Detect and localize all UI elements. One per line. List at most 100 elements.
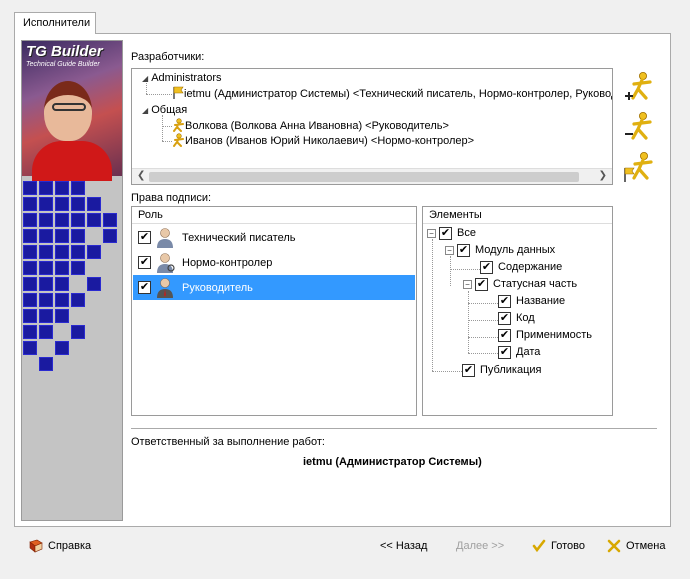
role-checkbox[interactable]: ✔ xyxy=(138,256,151,269)
collapse-icon[interactable]: − xyxy=(445,245,454,255)
banner-square xyxy=(23,261,37,275)
tree-group-label: Administrators xyxy=(151,72,222,84)
element-checkbox[interactable]: ✔ xyxy=(498,328,511,342)
banner-square xyxy=(55,341,69,355)
done-button[interactable]: Готово xyxy=(532,537,585,555)
collapse-icon[interactable]: − xyxy=(427,228,436,238)
element-checkbox[interactable]: ✔ xyxy=(498,294,511,308)
person-search-icon xyxy=(157,252,175,273)
element-status[interactable]: − ✔ Статусная часть xyxy=(463,276,577,292)
signature-label: Права подписи: xyxy=(131,192,212,204)
element-module[interactable]: − ✔ Модуль данных xyxy=(445,242,555,258)
scroll-right-icon[interactable]: ❯ xyxy=(599,170,607,181)
element-checkbox[interactable]: ✔ xyxy=(480,260,493,274)
banner-square xyxy=(39,229,53,243)
person-icon xyxy=(157,227,173,248)
flag-icon xyxy=(173,86,184,99)
banner-square xyxy=(55,245,69,259)
tree-item-ivanov[interactable]: Иванов (Иванов Юрий Николаевич) <Нормо-к… xyxy=(172,133,474,149)
element-checkbox[interactable]: ✔ xyxy=(439,226,452,240)
element-applicability[interactable]: ✔ Применимость xyxy=(498,327,592,343)
add-user-icon[interactable] xyxy=(622,70,656,104)
banner-photo: TG Builder Technical Guide Builder xyxy=(22,41,122,181)
element-label: Дата xyxy=(516,346,541,358)
banner-square xyxy=(39,197,53,211)
horizontal-scrollbar[interactable]: ❮ ❯ xyxy=(132,168,612,184)
element-content[interactable]: ✔ Содержание xyxy=(480,259,562,275)
back-button[interactable]: << Назад xyxy=(380,537,427,555)
element-all[interactable]: − ✔ Все xyxy=(427,225,476,241)
banner-square xyxy=(71,181,85,195)
banner-square xyxy=(87,213,101,227)
tree-item-ietmu[interactable]: ietmu (Администратор Системы) <Техническ… xyxy=(172,86,613,102)
banner-square xyxy=(39,325,53,339)
cross-icon xyxy=(607,539,621,553)
developers-label: Разработчики: xyxy=(131,51,205,63)
next-button[interactable]: Далее >> xyxy=(456,537,504,555)
element-date[interactable]: ✔ Дата xyxy=(498,344,540,360)
tree-group-general[interactable]: ◢ Общая xyxy=(142,102,187,118)
remove-user-icon[interactable] xyxy=(622,110,656,144)
elements-tree[interactable]: Элементы − ✔ Все − ✔ Модуль данных ✔ Сод… xyxy=(422,206,613,416)
role-checkbox[interactable]: ✔ xyxy=(138,231,151,244)
banner-square xyxy=(23,293,37,307)
set-leader-user-icon[interactable] xyxy=(622,150,656,184)
role-label: Технический писатель xyxy=(182,231,296,244)
role-row-leader[interactable]: ✔ Руководитель xyxy=(133,275,415,300)
back-button-label: << Назад xyxy=(380,540,428,552)
element-publication[interactable]: ✔ Публикация xyxy=(462,362,541,378)
banner-logo: TG Builder xyxy=(26,43,103,60)
banner-square xyxy=(55,277,69,291)
element-checkbox[interactable]: ✔ xyxy=(498,311,511,325)
developers-tree[interactable]: ◢ Administrators ietmu (Администратор Си… xyxy=(131,68,613,185)
banner-square xyxy=(23,213,37,227)
banner-square xyxy=(55,181,69,195)
role-label: Руководитель xyxy=(182,281,253,294)
banner-square xyxy=(55,309,69,323)
roles-column-header[interactable]: Роль xyxy=(132,207,416,224)
element-checkbox[interactable]: ✔ xyxy=(475,277,488,291)
element-code[interactable]: ✔ Код xyxy=(498,310,535,326)
responsible-value: ietmu (Администратор Системы) xyxy=(303,456,482,468)
next-button-label: Далее >> xyxy=(456,540,505,552)
banner-square xyxy=(39,277,53,291)
banner-square xyxy=(23,325,37,339)
banner-square xyxy=(71,261,85,275)
banner-square xyxy=(71,229,85,243)
tree-item-volkova[interactable]: Волкова (Волкова Анна Ивановна) <Руковод… xyxy=(172,118,449,134)
collapse-icon[interactable]: − xyxy=(463,279,472,289)
user-icon xyxy=(173,133,184,147)
element-label: Применимость xyxy=(516,329,593,341)
banner-square xyxy=(39,357,53,371)
tree-item-label: ietmu (Администратор Системы) <Техническ… xyxy=(184,88,613,100)
role-row-tech-writer[interactable]: ✔ Технический писатель xyxy=(133,225,415,250)
tree-group-administrators[interactable]: ◢ Administrators xyxy=(142,70,222,86)
element-label: Модуль данных xyxy=(475,244,556,256)
help-button[interactable]: Справка xyxy=(28,537,91,555)
user-icon xyxy=(173,118,184,132)
banner-square xyxy=(23,309,37,323)
element-checkbox[interactable]: ✔ xyxy=(462,363,475,377)
roles-list[interactable]: Роль ✔ Технический писатель ✔ Нормо-конт… xyxy=(131,206,417,416)
element-checkbox[interactable]: ✔ xyxy=(498,345,511,359)
banner-square xyxy=(39,213,53,227)
scroll-thumb[interactable] xyxy=(149,172,579,182)
role-checkbox[interactable]: ✔ xyxy=(138,281,151,294)
person-tie-icon xyxy=(157,277,173,298)
tab-executors[interactable]: Исполнители xyxy=(14,12,96,34)
cancel-button-label: Отмена xyxy=(626,540,666,552)
scroll-left-icon[interactable]: ❮ xyxy=(137,170,145,181)
element-name[interactable]: ✔ Название xyxy=(498,293,565,309)
elements-column-header[interactable]: Элементы xyxy=(423,207,612,224)
banner-square xyxy=(39,261,53,275)
role-row-norm-controller[interactable]: ✔ Нормо-контролер xyxy=(133,250,415,275)
cancel-button[interactable]: Отмена xyxy=(607,537,665,555)
element-checkbox[interactable]: ✔ xyxy=(457,243,470,257)
banner-square xyxy=(23,197,37,211)
banner-square xyxy=(39,309,53,323)
banner-square xyxy=(23,277,37,291)
banner-square xyxy=(87,245,101,259)
banner-square xyxy=(87,277,101,291)
banner-square xyxy=(71,197,85,211)
banner-square xyxy=(55,213,69,227)
